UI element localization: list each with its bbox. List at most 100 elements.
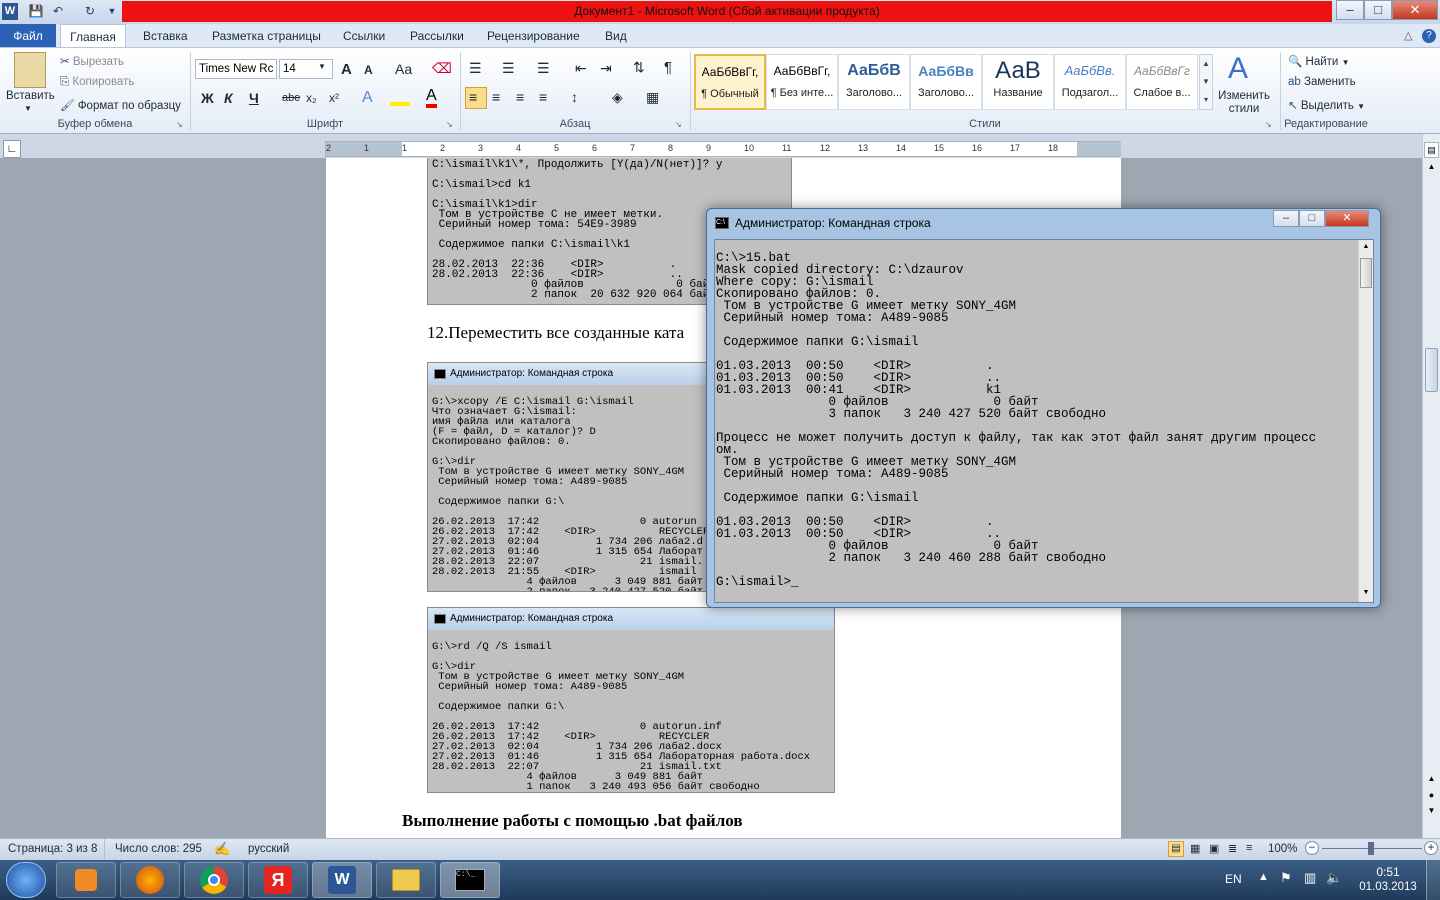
format-painter-button[interactable]: 🖌 Формат по образцу <box>60 98 181 112</box>
bold-button[interactable]: Ж <box>201 90 214 106</box>
zoom-in-button[interactable]: + <box>1424 841 1438 855</box>
web-layout-icon[interactable]: ▣ <box>1209 842 1219 855</box>
style-no-spacing[interactable]: АаБбВвГг, ¶ Без инте... <box>766 54 838 110</box>
highlight-icon[interactable] <box>390 92 410 106</box>
styles-launcher-icon[interactable]: ↘ <box>1265 120 1272 129</box>
embedded-screenshot-3[interactable]: Администратор: Командная строка G:\>rd /… <box>427 607 835 793</box>
undo-icon[interactable]: ↶ <box>50 3 66 19</box>
tab-mailings[interactable]: Рассылки <box>410 24 464 48</box>
sort-icon[interactable]: ⇅ <box>633 59 645 76</box>
cmd-maximize-button[interactable]: □ <box>1299 210 1325 227</box>
style-normal[interactable]: АаБбВвГг, ¶ Обычный <box>694 54 766 110</box>
taskbar-cmd[interactable]: C:\_ <box>440 862 500 898</box>
borders-icon[interactable]: ▦ <box>646 89 659 106</box>
cmd-console[interactable]: C:\>15.bat Mask copied directory: C:\dza… <box>714 239 1374 603</box>
cmd-window[interactable]: C:\ Администратор: Командная строка – □ … <box>706 208 1381 608</box>
browse-object-icon[interactable]: ● <box>1424 788 1439 802</box>
scroll-up-icon[interactable]: ▲ <box>1424 160 1439 174</box>
taskbar-word[interactable]: W <box>312 862 372 898</box>
draft-icon[interactable]: ≡ <box>1246 842 1252 854</box>
print-layout-icon[interactable]: ▤ <box>1168 841 1184 857</box>
full-screen-reading-icon[interactable]: ▦ <box>1190 842 1200 855</box>
style-title[interactable]: АаВ Название <box>982 54 1054 110</box>
justify-icon[interactable]: ≡ <box>539 89 547 105</box>
scroll-thumb[interactable] <box>1425 348 1438 392</box>
shrink-font-button[interactable]: A <box>364 63 373 77</box>
superscript-button[interactable]: x² <box>329 91 339 105</box>
customize-qat-icon[interactable]: ▼ <box>104 3 120 19</box>
cmd-scroll-down-icon[interactable]: ▼ <box>1359 586 1373 600</box>
show-formatting-button[interactable]: ¶ <box>664 59 672 76</box>
language-indicator[interactable]: EN <box>1225 872 1242 886</box>
paste-dropdown-icon[interactable]: ▼ <box>24 104 32 113</box>
style-subtitle[interactable]: АаБбВв. Подзагол... <box>1054 54 1126 110</box>
numbering-icon[interactable]: ☰ <box>502 60 515 77</box>
minimize-button[interactable]: – <box>1336 0 1364 20</box>
cmd-minimize-button[interactable]: – <box>1273 210 1299 227</box>
save-icon[interactable]: 💾 <box>28 3 44 19</box>
select-button[interactable]: ↖ Выделить ▼ <box>1288 98 1365 112</box>
next-page-icon[interactable]: ▼ <box>1424 804 1439 818</box>
shading-icon[interactable]: ◈ <box>612 89 623 106</box>
change-case-button[interactable]: Aa <box>395 61 412 77</box>
word-app-icon[interactable]: W <box>2 3 18 20</box>
start-button-icon[interactable] <box>6 862 46 898</box>
subscript-button[interactable]: x₂ <box>306 91 317 105</box>
tab-review[interactable]: Рецензирование <box>487 24 580 48</box>
cmd-scrollbar[interactable]: ▲ ▼ <box>1358 240 1373 602</box>
font-size-dropdown-icon[interactable]: ▼ <box>318 62 326 71</box>
clipboard-launcher-icon[interactable]: ↘ <box>176 120 183 129</box>
taskbar-chrome[interactable] <box>184 862 244 898</box>
tab-home[interactable]: Главная <box>60 24 126 48</box>
cmd-scroll-thumb[interactable] <box>1360 258 1372 288</box>
paste-button[interactable]: Вставить <box>6 90 55 102</box>
multilevel-list-icon[interactable]: ☰ <box>537 60 550 77</box>
cmd-scroll-up-icon[interactable]: ▲ <box>1359 240 1373 254</box>
paste-icon[interactable] <box>14 52 46 88</box>
strikethrough-button[interactable]: abe <box>282 92 300 104</box>
taskbar-explorer[interactable] <box>376 862 436 898</box>
font-color-icon[interactable]: A <box>426 88 437 108</box>
maximize-button[interactable]: □ <box>1364 0 1392 20</box>
outline-icon[interactable]: ≣ <box>1228 842 1237 855</box>
font-family-select[interactable]: Times New Rc <box>195 59 277 79</box>
horizontal-ruler[interactable]: 2 1 1 2 3 4 5 6 7 8 9 10 11 12 13 14 15 16 17 18 <box>325 141 1121 157</box>
embedded-screenshot-2[interactable]: Администратор: Командная строка G:\>xcop… <box>427 362 707 592</box>
language[interactable]: русский <box>248 843 289 855</box>
show-hidden-icons-icon[interactable]: ▲ <box>1258 871 1269 883</box>
volume-icon[interactable]: 🔈 <box>1326 870 1342 886</box>
view-ruler-icon[interactable]: ▤ <box>1424 142 1439 158</box>
align-right-icon[interactable]: ≡ <box>516 89 524 105</box>
tab-insert[interactable]: Вставка <box>143 24 188 48</box>
style-subtle-emphasis[interactable]: АаБбВвГг Слабое в... <box>1126 54 1198 110</box>
text-effects-icon[interactable]: A <box>362 89 373 107</box>
clock-date[interactable]: 01.03.2013 <box>1356 881 1420 893</box>
close-button[interactable]: ✕ <box>1392 0 1438 20</box>
font-launcher-icon[interactable]: ↘ <box>446 120 453 129</box>
underline-button[interactable]: Ч <box>249 90 259 106</box>
increase-indent-icon[interactable]: ⇥ <box>600 60 612 77</box>
redo-icon[interactable]: ↻ <box>82 3 98 19</box>
replace-button[interactable]: ab Заменить <box>1288 76 1356 88</box>
tab-view[interactable]: Вид <box>605 24 627 48</box>
decrease-indent-icon[interactable]: ⇤ <box>575 60 587 77</box>
paragraph-launcher-icon[interactable]: ↘ <box>675 120 682 129</box>
vertical-scrollbar[interactable]: ▤ ▲ ▲ ● ▼ <box>1422 134 1440 838</box>
zoom-out-button[interactable]: − <box>1305 841 1319 855</box>
clock-time[interactable]: 0:51 <box>1360 865 1416 879</box>
bullets-icon[interactable]: ☰ <box>469 60 482 77</box>
clear-formatting-icon[interactable]: ⌫ <box>432 60 452 77</box>
show-desktop-button[interactable] <box>1426 860 1440 900</box>
style-heading-2[interactable]: АаБбВв Заголово... <box>910 54 982 110</box>
line-spacing-icon[interactable]: ↕ <box>571 89 578 105</box>
word-count[interactable]: Число слов: 295 <box>115 843 202 855</box>
taskbar-media-player[interactable] <box>56 862 116 898</box>
style-heading-1[interactable]: АаБбВ Заголово... <box>838 54 910 110</box>
help-icon[interactable]: ? <box>1422 29 1436 43</box>
align-center-icon[interactable]: ≡ <box>492 89 500 105</box>
zoom-slider-thumb[interactable] <box>1368 842 1374 855</box>
change-styles-button[interactable]: Изменить стили <box>1218 90 1270 116</box>
prev-page-icon[interactable]: ▲ <box>1424 772 1439 786</box>
tab-selector-icon[interactable]: ∟ <box>3 140 21 158</box>
cut-button[interactable]: ✂ Вырезать <box>60 54 124 68</box>
